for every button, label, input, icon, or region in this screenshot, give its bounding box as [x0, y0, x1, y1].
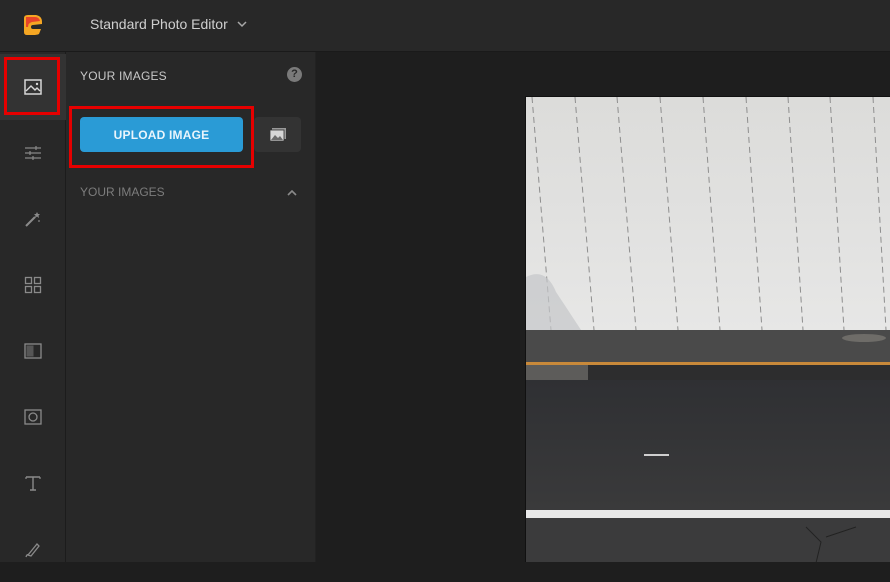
tool-frames[interactable]	[0, 384, 66, 450]
tool-templates[interactable]	[0, 252, 66, 318]
text-icon	[25, 476, 41, 491]
tool-draw[interactable]	[0, 516, 66, 582]
editing-photo[interactable]	[525, 96, 890, 562]
stock-images-button[interactable]	[254, 117, 301, 152]
frame-icon	[24, 409, 42, 425]
top-bar: Standard Photo Editor	[0, 0, 890, 52]
street-photo-image	[526, 97, 890, 562]
app-logo-icon[interactable]	[21, 14, 43, 36]
tool-text[interactable]	[0, 450, 66, 516]
tool-images[interactable]	[0, 54, 66, 120]
your-images-section-header[interactable]: YOUR IMAGES	[80, 185, 165, 199]
help-icon[interactable]: ?	[287, 67, 302, 82]
brush-icon	[25, 543, 40, 558]
app-title-dropdown[interactable]: Standard Photo Editor	[90, 16, 228, 32]
photo-stack-icon	[269, 127, 286, 141]
image-icon	[24, 79, 42, 95]
texture-icon	[24, 343, 42, 359]
upload-image-button[interactable]: UPLOAD IMAGE	[80, 117, 243, 152]
sliders-icon	[25, 146, 41, 160]
tool-sidebar	[0, 52, 66, 562]
chevron-down-icon[interactable]	[236, 18, 248, 30]
images-panel: YOUR IMAGES ? UPLOAD IMAGE YOUR IMAGES	[66, 52, 316, 562]
grid-icon	[24, 276, 42, 294]
chevron-up-icon[interactable]	[286, 187, 298, 199]
tool-adjust[interactable]	[0, 120, 66, 186]
tool-overlays[interactable]	[0, 318, 66, 384]
tool-effects[interactable]	[0, 186, 66, 252]
panel-title: YOUR IMAGES	[80, 69, 167, 83]
magic-wand-icon	[25, 212, 40, 227]
